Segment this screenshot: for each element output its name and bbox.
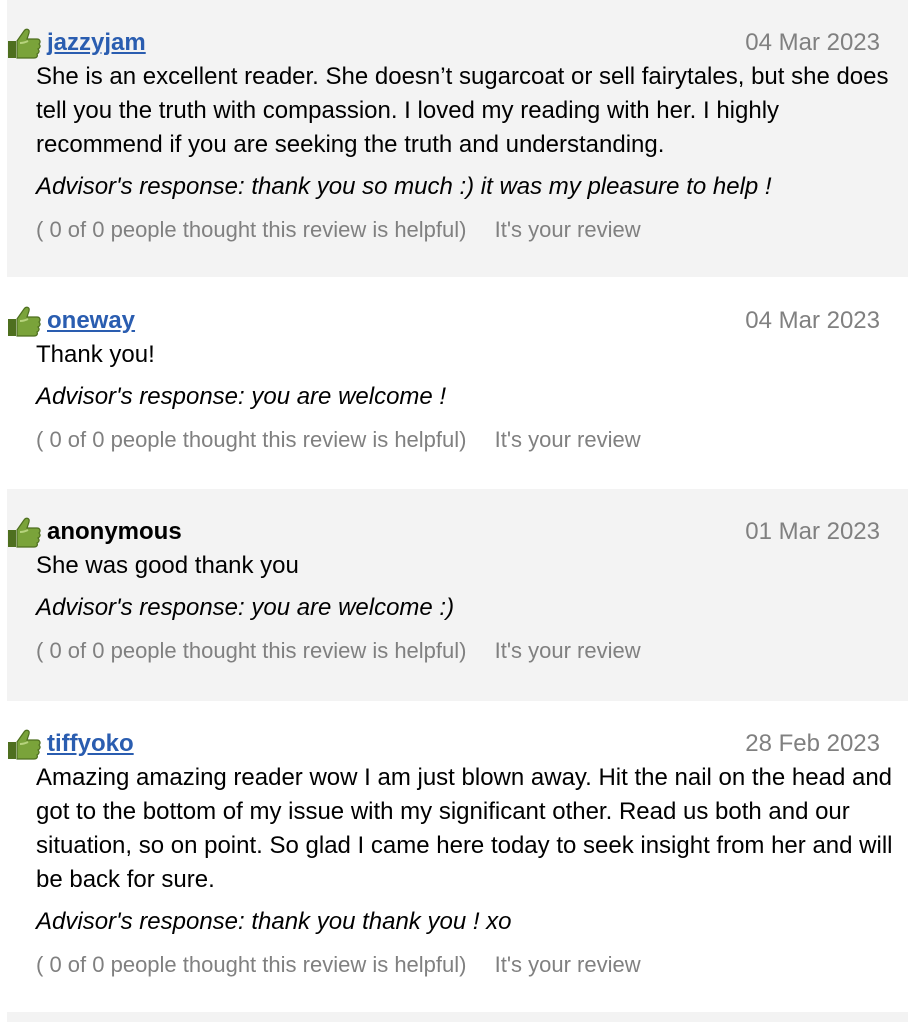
own-review-note: It's your review: [494, 952, 641, 977]
advisor-response: Advisor's response: thank you thank you …: [36, 908, 512, 935]
helpful-count: ( 0 of 0 people thought this review is h…: [36, 638, 467, 663]
review-text: Thank you!: [36, 341, 155, 368]
review-text: Amazing amazing reader wow I am just blo…: [36, 764, 893, 893]
review-footer: ( 0 of 0 people thought this review is h…: [36, 950, 908, 980]
review-text: She is an excellent reader. She doesn’t …: [36, 63, 889, 158]
own-review-note: It's your review: [494, 638, 641, 663]
review-item-partial: [7, 1012, 908, 1022]
advisor-response: Advisor's response: you are welcome :): [36, 594, 455, 621]
review-footer: ( 0 of 0 people thought this review is h…: [36, 425, 908, 455]
helpful-count: ( 0 of 0 people thought this review is h…: [36, 952, 467, 977]
helpful-count: ( 0 of 0 people thought this review is h…: [36, 217, 467, 242]
review-item: tiffyoko 28 Feb 2023 Amazing amazing rea…: [7, 701, 908, 1012]
own-review-note: It's your review: [494, 427, 641, 452]
review-footer: ( 0 of 0 people thought this review is h…: [36, 215, 908, 245]
review-item: anonymous 01 Mar 2023 She was good thank…: [7, 489, 908, 701]
advisor-response: Advisor's response: you are welcome !: [36, 383, 447, 410]
review-footer: ( 0 of 0 people thought this review is h…: [36, 636, 908, 666]
review-item: oneway 04 Mar 2023 Thank you! Advisor's …: [7, 278, 908, 489]
review-item: jazzyjam 04 Mar 2023 She is an excellent…: [7, 0, 908, 277]
review-text: She was good thank you: [36, 552, 299, 579]
own-review-note: It's your review: [494, 217, 641, 242]
reviews-list: jazzyjam 04 Mar 2023 She is an excellent…: [0, 0, 908, 1022]
advisor-response: Advisor's response: thank you so much :)…: [36, 173, 772, 200]
helpful-count: ( 0 of 0 people thought this review is h…: [36, 427, 467, 452]
